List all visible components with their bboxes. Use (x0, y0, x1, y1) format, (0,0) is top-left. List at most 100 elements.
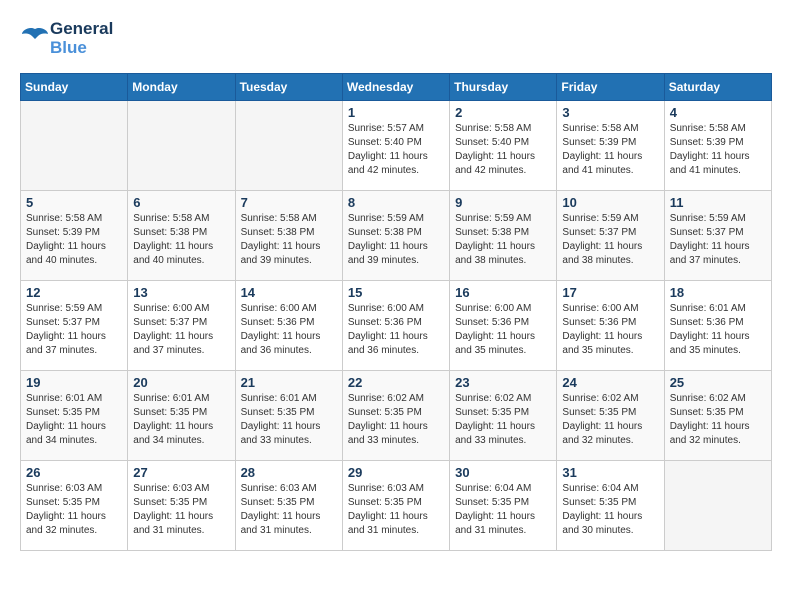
day-info: Sunrise: 6:03 AM Sunset: 5:35 PM Dayligh… (133, 482, 229, 538)
day-number: 19 (26, 375, 122, 390)
day-number: 5 (26, 195, 122, 210)
calendar-cell: 19 Sunrise: 6:01 AM Sunset: 5:35 PM Dayli… (21, 371, 128, 461)
day-info: Sunrise: 6:00 AM Sunset: 5:36 PM Dayligh… (241, 302, 337, 358)
day-info: Sunrise: 5:58 AM Sunset: 5:40 PM Dayligh… (455, 122, 551, 178)
calendar-cell: 5Sunrise: 5:58 AM Sunset: 5:39 PM Daylig… (21, 191, 128, 281)
day-number: 3 (562, 105, 658, 120)
day-number: 2 (455, 105, 551, 120)
logo-blue-text: Blue (50, 38, 87, 57)
calendar-cell: 28 Sunrise: 6:03 AM Sunset: 5:35 PM Dayli… (235, 461, 342, 551)
day-number: 23 (455, 375, 551, 390)
calendar-cell: 10 Sunrise: 5:59 AM Sunset: 5:37 PM Dayli… (557, 191, 664, 281)
day-number: 25 (670, 375, 766, 390)
day-number: 24 (562, 375, 658, 390)
calendar-cell: 13Sunrise: 6:00 AM Sunset: 5:37 PM Dayli… (128, 281, 235, 371)
calendar-cell: 30Sunrise: 6:04 AM Sunset: 5:35 PM Dayli… (450, 461, 557, 551)
day-number: 27 (133, 465, 229, 480)
calendar-cell (128, 101, 235, 191)
calendar-cell: 31 Sunrise: 6:04 AM Sunset: 5:35 PM Dayli… (557, 461, 664, 551)
calendar-week-3: 12 Sunrise: 5:59 AM Sunset: 5:37 PM Dayli… (21, 281, 772, 371)
day-number: 10 (562, 195, 658, 210)
day-info: Sunrise: 6:03 AM Sunset: 5:35 PM Dayligh… (26, 482, 122, 538)
day-info: Sunrise: 6:00 AM Sunset: 5:36 PM Dayligh… (562, 302, 658, 358)
day-number: 26 (26, 465, 122, 480)
day-info: Sunrise: 5:58 AM Sunset: 5:38 PM Dayligh… (241, 212, 337, 268)
calendar-cell: 17 Sunrise: 6:00 AM Sunset: 5:36 PM Dayli… (557, 281, 664, 371)
day-info: Sunrise: 6:01 AM Sunset: 5:35 PM Dayligh… (133, 392, 229, 448)
calendar-cell: 18 Sunrise: 6:01 AM Sunset: 5:36 PM Dayli… (664, 281, 771, 371)
day-info: Sunrise: 5:58 AM Sunset: 5:39 PM Dayligh… (562, 122, 658, 178)
calendar-cell: 26 Sunrise: 6:03 AM Sunset: 5:35 PM Dayli… (21, 461, 128, 551)
weekday-header-saturday: Saturday (664, 74, 771, 101)
calendar-cell: 29 Sunrise: 6:03 AM Sunset: 5:35 PM Dayli… (342, 461, 449, 551)
day-info: Sunrise: 5:58 AM Sunset: 5:38 PM Dayligh… (133, 212, 229, 268)
day-number: 14 (241, 285, 337, 300)
day-info: Sunrise: 6:02 AM Sunset: 5:35 PM Dayligh… (455, 392, 551, 448)
day-number: 6 (133, 195, 229, 210)
day-info: Sunrise: 6:02 AM Sunset: 5:35 PM Dayligh… (670, 392, 766, 448)
day-info: Sunrise: 6:02 AM Sunset: 5:35 PM Dayligh… (348, 392, 444, 448)
day-number: 30 (455, 465, 551, 480)
day-number: 29 (348, 465, 444, 480)
day-number: 22 (348, 375, 444, 390)
calendar-cell: 6 Sunrise: 5:58 AM Sunset: 5:38 PM Daylig… (128, 191, 235, 281)
weekday-header-tuesday: Tuesday (235, 74, 342, 101)
calendar-cell (235, 101, 342, 191)
day-number: 8 (348, 195, 444, 210)
calendar-week-1: 1Sunrise: 5:57 AM Sunset: 5:40 PM Daylig… (21, 101, 772, 191)
calendar-cell: 27 Sunrise: 6:03 AM Sunset: 5:35 PM Dayli… (128, 461, 235, 551)
day-info: Sunrise: 6:01 AM Sunset: 5:36 PM Dayligh… (670, 302, 766, 358)
calendar-cell: 11 Sunrise: 5:59 AM Sunset: 5:37 PM Dayli… (664, 191, 771, 281)
day-number: 21 (241, 375, 337, 390)
calendar-cell: 14 Sunrise: 6:00 AM Sunset: 5:36 PM Dayli… (235, 281, 342, 371)
day-number: 17 (562, 285, 658, 300)
calendar-cell (664, 461, 771, 551)
day-number: 18 (670, 285, 766, 300)
weekday-header-friday: Friday (557, 74, 664, 101)
calendar-cell: 16 Sunrise: 6:00 AM Sunset: 5:36 PM Dayli… (450, 281, 557, 371)
calendar-cell: 2 Sunrise: 5:58 AM Sunset: 5:40 PM Daylig… (450, 101, 557, 191)
calendar-cell: 23 Sunrise: 6:02 AM Sunset: 5:35 PM Dayli… (450, 371, 557, 461)
day-info: Sunrise: 6:00 AM Sunset: 5:36 PM Dayligh… (455, 302, 551, 358)
day-info: Sunrise: 6:01 AM Sunset: 5:35 PM Dayligh… (241, 392, 337, 448)
calendar-cell: 7Sunrise: 5:58 AM Sunset: 5:38 PM Daylig… (235, 191, 342, 281)
day-info: Sunrise: 6:00 AM Sunset: 5:36 PM Dayligh… (348, 302, 444, 358)
day-info: Sunrise: 6:03 AM Sunset: 5:35 PM Dayligh… (241, 482, 337, 538)
calendar-cell: 8Sunrise: 5:59 AM Sunset: 5:38 PM Daylig… (342, 191, 449, 281)
day-number: 11 (670, 195, 766, 210)
day-info: Sunrise: 5:59 AM Sunset: 5:37 PM Dayligh… (670, 212, 766, 268)
calendar-week-5: 26 Sunrise: 6:03 AM Sunset: 5:35 PM Dayli… (21, 461, 772, 551)
calendar-cell: 25 Sunrise: 6:02 AM Sunset: 5:35 PM Dayli… (664, 371, 771, 461)
day-info: Sunrise: 6:01 AM Sunset: 5:35 PM Dayligh… (26, 392, 122, 448)
weekday-header-sunday: Sunday (21, 74, 128, 101)
day-number: 13 (133, 285, 229, 300)
calendar-cell: 24Sunrise: 6:02 AM Sunset: 5:35 PM Dayli… (557, 371, 664, 461)
day-number: 20 (133, 375, 229, 390)
logo-bird-icon (20, 24, 50, 54)
calendar-cell: 9 Sunrise: 5:59 AM Sunset: 5:38 PM Daylig… (450, 191, 557, 281)
calendar-cell: 21 Sunrise: 6:01 AM Sunset: 5:35 PM Dayli… (235, 371, 342, 461)
calendar-cell: 3 Sunrise: 5:58 AM Sunset: 5:39 PM Daylig… (557, 101, 664, 191)
day-info: Sunrise: 5:58 AM Sunset: 5:39 PM Dayligh… (670, 122, 766, 178)
day-info: Sunrise: 5:59 AM Sunset: 5:37 PM Dayligh… (562, 212, 658, 268)
day-number: 9 (455, 195, 551, 210)
day-info: Sunrise: 5:59 AM Sunset: 5:37 PM Dayligh… (26, 302, 122, 358)
weekday-header-wednesday: Wednesday (342, 74, 449, 101)
day-number: 15 (348, 285, 444, 300)
weekday-header-row: SundayMondayTuesdayWednesdayThursdayFrid… (21, 74, 772, 101)
day-info: Sunrise: 6:03 AM Sunset: 5:35 PM Dayligh… (348, 482, 444, 538)
day-info: Sunrise: 6:04 AM Sunset: 5:35 PM Dayligh… (562, 482, 658, 538)
day-number: 28 (241, 465, 337, 480)
calendar-cell: 15 Sunrise: 6:00 AM Sunset: 5:36 PM Dayli… (342, 281, 449, 371)
day-number: 16 (455, 285, 551, 300)
calendar-cell: 20 Sunrise: 6:01 AM Sunset: 5:35 PM Dayli… (128, 371, 235, 461)
weekday-header-thursday: Thursday (450, 74, 557, 101)
calendar-week-2: 5Sunrise: 5:58 AM Sunset: 5:39 PM Daylig… (21, 191, 772, 281)
day-number: 31 (562, 465, 658, 480)
day-info: Sunrise: 5:59 AM Sunset: 5:38 PM Dayligh… (455, 212, 551, 268)
calendar-cell: 1Sunrise: 5:57 AM Sunset: 5:40 PM Daylig… (342, 101, 449, 191)
calendar-cell: 12 Sunrise: 5:59 AM Sunset: 5:37 PM Dayli… (21, 281, 128, 371)
day-number: 12 (26, 285, 122, 300)
weekday-header-monday: Monday (128, 74, 235, 101)
logo-general-text: GeneralBlue (50, 20, 113, 57)
